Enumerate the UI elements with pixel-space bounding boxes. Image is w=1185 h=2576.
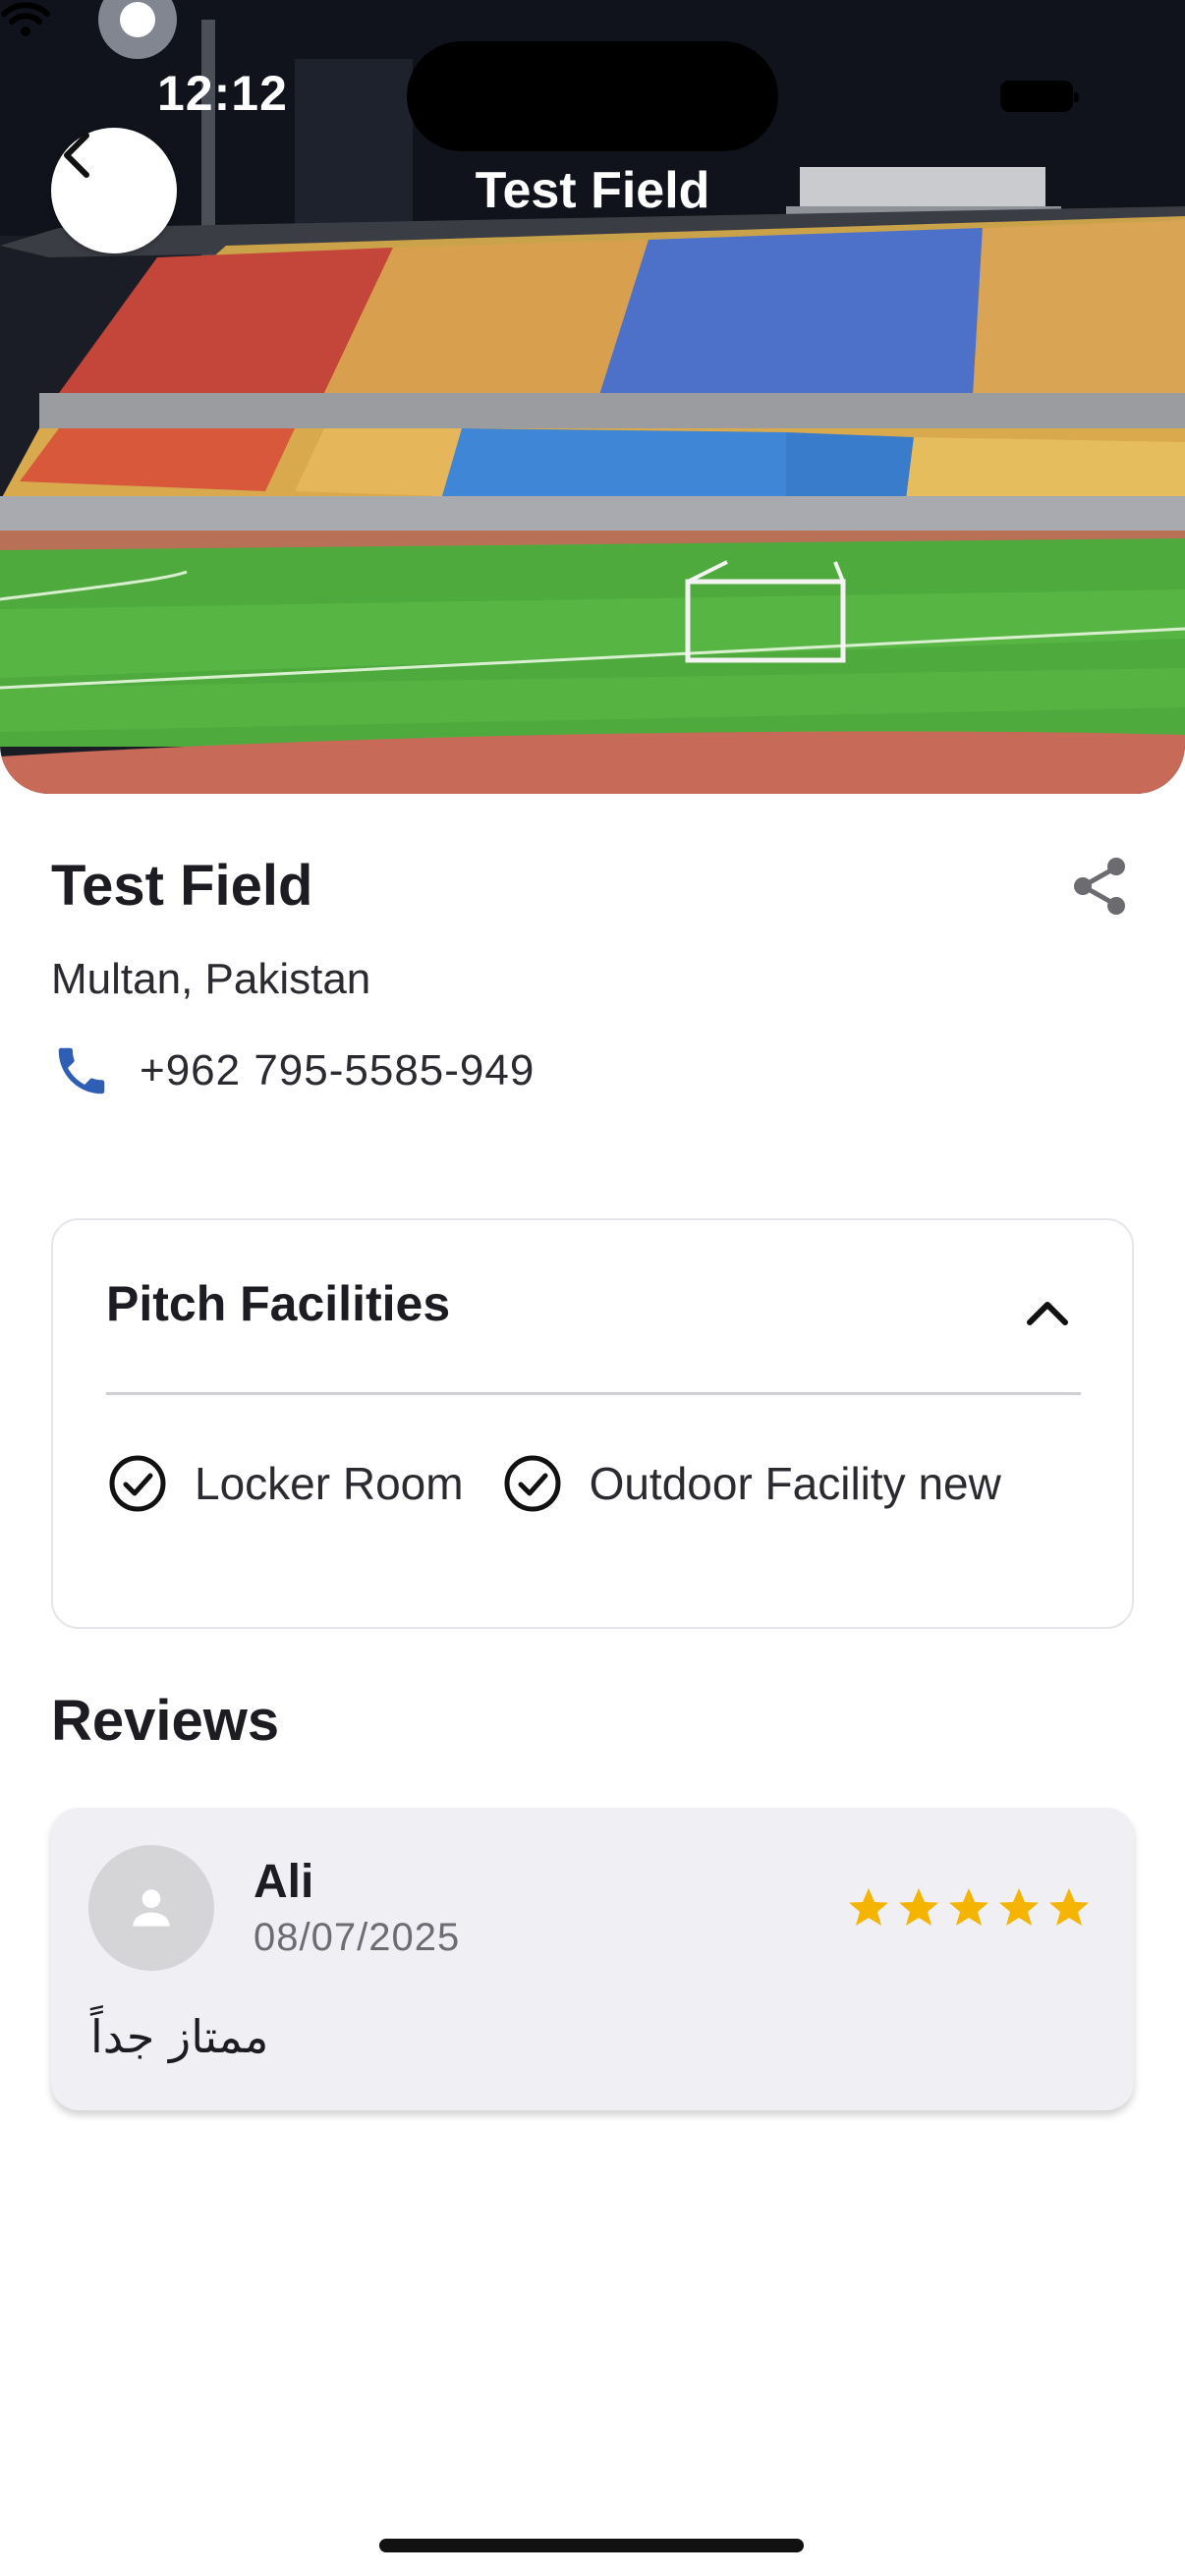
hero-image: 12:12 Test Field [0, 0, 1185, 794]
facilities-title: Pitch Facilities [106, 1276, 451, 1331]
star-icon [1049, 1888, 1089, 1926]
facilities-card: Pitch Facilities Locker Room Outdoor Fac… [51, 1218, 1134, 1629]
field-location: Multan, Pakistan [51, 955, 371, 1003]
facility-label: Outdoor Facility new [589, 1458, 1001, 1509]
share-icon[interactable] [1069, 855, 1132, 918]
reviewer-name: Ali [254, 1856, 314, 1908]
star-icon [949, 1888, 988, 1926]
dynamic-island [407, 41, 778, 151]
status-time: 12:12 [157, 66, 288, 121]
reviews-heading: Reviews [51, 1689, 280, 1753]
divider [106, 1392, 1081, 1395]
review-card: Ali 08/07/2025 ممتاز جداً [51, 1808, 1134, 2110]
facilities-list: Locker Room Outdoor Facility new [106, 1452, 1039, 1515]
star-icon [849, 1888, 888, 1926]
facility-label: Locker Room [195, 1458, 464, 1509]
phone-icon [58, 1047, 105, 1094]
person-icon [133, 1889, 170, 1927]
chevron-up-icon[interactable] [1020, 1285, 1075, 1340]
check-circle-icon [504, 1455, 561, 1512]
field-name: Test Field [51, 854, 313, 918]
page-title: Test Field [475, 162, 710, 219]
star-icon [999, 1888, 1039, 1926]
avatar [88, 1845, 214, 1971]
check-circle-icon [109, 1455, 166, 1512]
wifi-icon [1, 2, 50, 36]
star-icon [899, 1888, 938, 1926]
phone-number: +962 795-5585-949 [140, 1046, 536, 1094]
battery-icon [1000, 81, 1079, 112]
home-indicator[interactable] [379, 2539, 804, 2552]
facility-item: Outdoor Facility new [501, 1452, 1001, 1515]
review-text: ممتاز جداً [90, 2010, 269, 2063]
review-date: 08/07/2025 [254, 1916, 461, 1959]
rating-stars [845, 1884, 1096, 1932]
facility-item: Locker Room [106, 1452, 464, 1515]
phone-link[interactable]: +962 795-5585-949 [51, 1039, 535, 1102]
